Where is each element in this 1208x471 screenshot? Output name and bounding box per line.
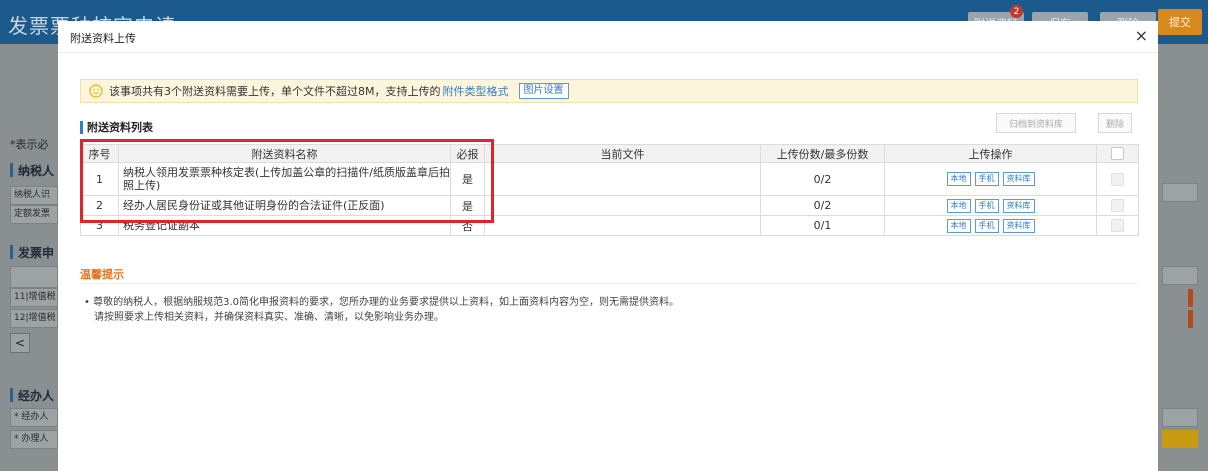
upload-local-button[interactable]: 本地	[946, 172, 971, 186]
row-checkbox[interactable]	[1096, 162, 1139, 196]
tips-line-1: • 尊敬的纳税人，根据纳服规范3.0简化申报资料的要求，您所办理的业务要求提供以…	[84, 297, 679, 308]
list-heading: 附送资料列表	[80, 119, 153, 135]
select-all-checkbox[interactable]	[1096, 144, 1139, 163]
attachments-table: 序号 附送资料名称 必报 当前文件 上传份数/最多份数 上传操作 1 纳税人领用…	[80, 144, 1139, 236]
taxpayer-row: 定额发票	[10, 205, 58, 224]
taxpayer-row: 纳税人识	[10, 186, 58, 205]
row-name: 纳税人领用发票票种核定表(上传加盖公章的扫描件/纸质版盖章后拍照上传)	[118, 162, 451, 196]
upload-phone-button[interactable]: 手机	[974, 218, 999, 233]
header-current-file: 当前文件	[484, 144, 761, 163]
section-bar	[10, 163, 13, 177]
notice-banner: 该事项共有3个附送资料需要上传，单个文件不超过8M，支持上传的 附件类型格式 图…	[80, 79, 1138, 103]
attachments-badge: 2	[1010, 5, 1023, 18]
row-checkbox[interactable]	[1096, 215, 1139, 236]
right-row	[1162, 183, 1198, 202]
tips-title: 温馨提示	[80, 268, 124, 281]
upload-library-button[interactable]: 资料库	[1002, 218, 1035, 233]
section-invoice: 发票申	[18, 246, 55, 260]
row-upload-ops: 本地 手机 资料库	[884, 215, 1097, 236]
agent-row: * 经办人	[10, 408, 58, 427]
delete-button[interactable]: 删除	[1098, 113, 1132, 133]
row-name: 税务登记证副本	[118, 215, 451, 236]
table-row: 3 税务登记证副本 否 0/1 本地 手机 资料库	[80, 215, 1139, 236]
list-heading-bar	[80, 120, 83, 134]
row-required: 是	[450, 162, 485, 196]
upload-phone-button[interactable]: 手机	[974, 198, 999, 213]
dialog-header: 附送资料上传 ×	[58, 21, 1158, 53]
row-current-file	[484, 162, 761, 196]
section-bar	[10, 388, 13, 402]
row-no: 3	[80, 215, 119, 236]
row-upload-count: 0/1	[760, 215, 885, 236]
archive-to-library-button[interactable]: 归档到资料库	[996, 113, 1076, 133]
prev-page-button[interactable]: <	[10, 333, 30, 353]
table-header-row: 序号 附送资料名称 必报 当前文件 上传份数/最多份数 上传操作	[80, 144, 1139, 163]
row-upload-count: 0/2	[760, 195, 885, 216]
upload-local-button[interactable]: 本地	[946, 218, 971, 233]
row-no: 2	[80, 195, 119, 216]
row-current-file	[484, 195, 761, 216]
tips-line-2: 请按照要求上传相关资料，并确保资料真实、准确、清晰，以免影响业务办理。	[94, 312, 444, 323]
row-name: 经办人居民身份证或其他证明身份的合法证件(正反面)	[118, 195, 451, 216]
header-name: 附送资料名称	[118, 144, 451, 163]
table-row: 1 纳税人领用发票票种核定表(上传加盖公章的扫描件/纸质版盖章后拍照上传) 是 …	[80, 162, 1139, 196]
right-red-mark	[1188, 310, 1193, 328]
right-row	[1162, 408, 1198, 427]
attachment-upload-dialog: 附送资料上传 × 该事项共有3个附送资料需要上传，单个文件不超过8M，支持上传的…	[58, 21, 1158, 471]
row-required: 否	[450, 215, 485, 236]
submit-button[interactable]: 提交	[1158, 9, 1202, 35]
header-required: 必报	[450, 144, 485, 163]
row-no: 1	[80, 162, 119, 196]
table-row: 2 经办人居民身份证或其他证明身份的合法证件(正反面) 是 0/2 本地 手机 资料…	[80, 195, 1139, 216]
section-bar	[10, 245, 13, 259]
header-upload-ops: 上传操作	[884, 144, 1097, 163]
tips-divider	[80, 283, 1138, 284]
row-current-file	[484, 215, 761, 236]
section-taxpayer: 纳税人	[18, 164, 55, 178]
row-upload-ops: 本地 手机 资料库	[884, 162, 1097, 196]
row-checkbox[interactable]	[1096, 195, 1139, 216]
invoice-row: 11|增值税	[10, 288, 58, 307]
invoice-row-header	[10, 266, 58, 288]
list-title: 附送资料列表	[87, 121, 153, 134]
upload-phone-button[interactable]: 手机	[974, 172, 999, 186]
file-types-link[interactable]: 附件类型格式	[443, 83, 509, 99]
right-red-mark	[1188, 289, 1193, 307]
header-no: 序号	[80, 144, 119, 163]
upload-local-button[interactable]: 本地	[946, 198, 971, 213]
invoice-row: 12|增值税	[10, 309, 58, 328]
row-upload-count: 0/2	[760, 162, 885, 196]
right-yellow-mark	[1162, 430, 1198, 448]
row-upload-ops: 本地 手机 资料库	[884, 195, 1097, 216]
notice-text: 该事项共有3个附送资料需要上传，单个文件不超过8M，支持上传的	[109, 85, 441, 98]
section-agent: 经办人	[18, 389, 55, 403]
agent-row: * 办理人	[10, 430, 58, 449]
right-row	[1162, 266, 1198, 285]
upload-library-button[interactable]: 资料库	[1002, 198, 1035, 213]
dialog-title: 附送资料上传	[70, 32, 136, 45]
upload-library-button[interactable]: 资料库	[1002, 172, 1035, 186]
image-settings-button[interactable]: 图片设置	[518, 83, 569, 99]
smile-icon	[89, 84, 103, 98]
required-hint: *表示必	[10, 138, 49, 151]
row-required: 是	[450, 195, 485, 216]
header-upload-count: 上传份数/最多份数	[760, 144, 885, 163]
close-icon[interactable]: ×	[1135, 28, 1148, 44]
